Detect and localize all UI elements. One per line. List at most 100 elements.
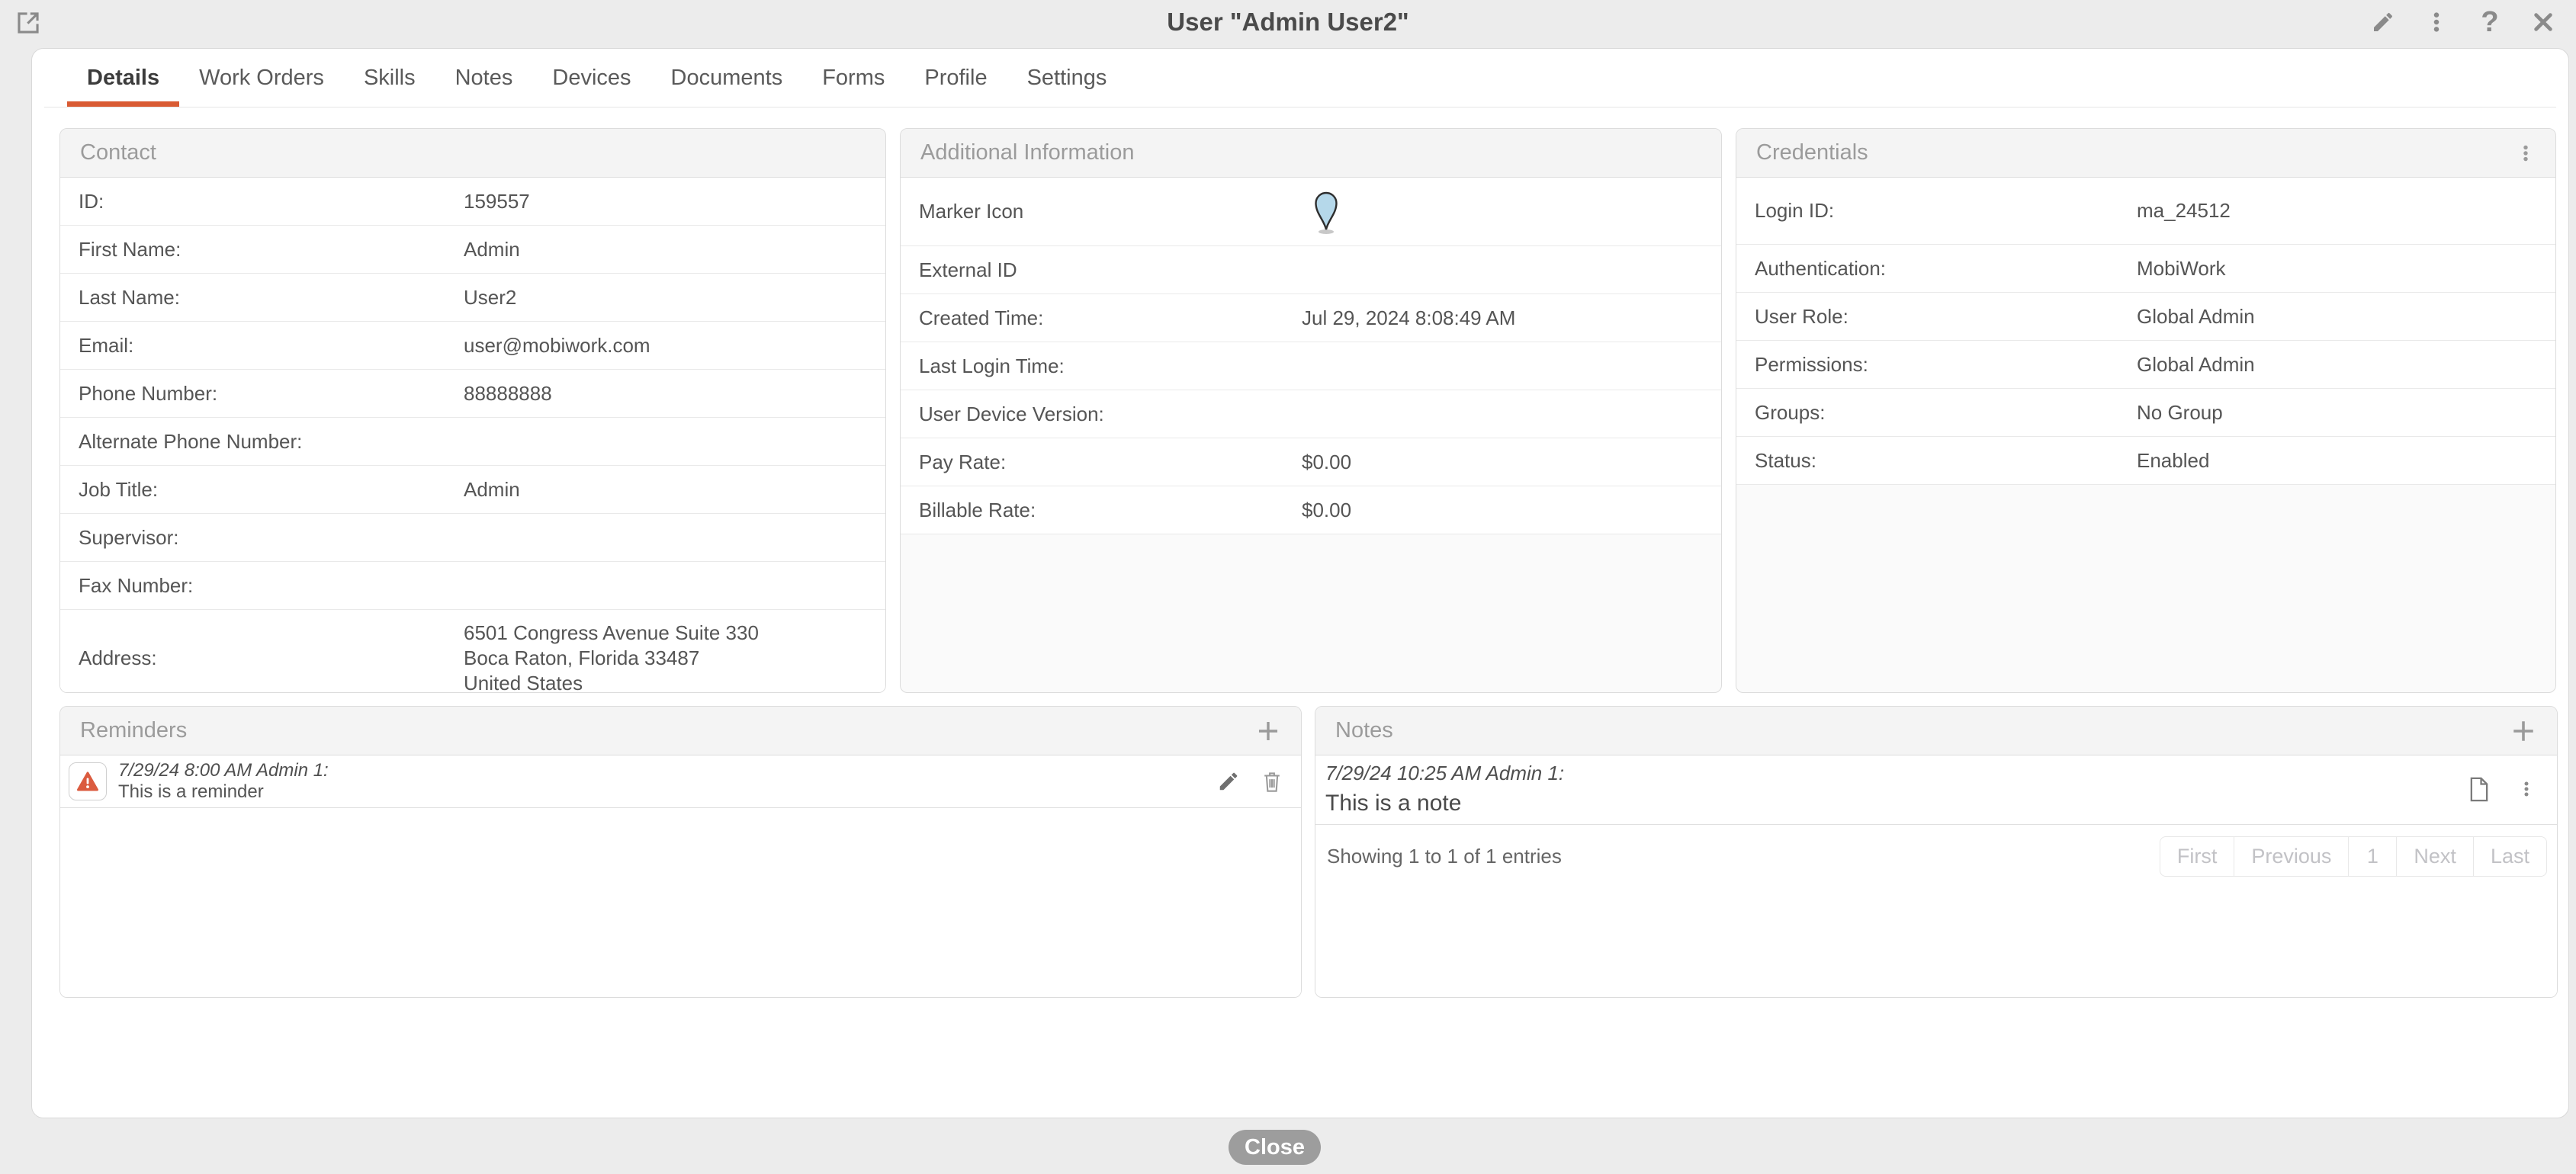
credentials-panel-title: Credentials [1756, 140, 1868, 165]
credentials-more-kebab-icon[interactable] [2516, 141, 2536, 165]
pagination-page-1-button[interactable]: 1 [2348, 836, 2397, 877]
field-value: $0.00 [1302, 499, 1721, 522]
pagination-first-button[interactable]: First [2160, 836, 2234, 877]
field-value: user@mobiwork.com [464, 334, 885, 358]
bottom-panels: Reminders 7/29/24 8:00 [59, 706, 2568, 998]
field-label: Last Name: [79, 286, 464, 310]
tab-documents[interactable]: Documents [651, 49, 803, 107]
notes-panel-title: Notes [1335, 718, 1393, 743]
notes-footer: Showing 1 to 1 of 1 entries First Previo… [1315, 825, 2557, 887]
notes-panel-header: Notes [1315, 707, 2557, 755]
more-kebab-icon[interactable] [2423, 9, 2449, 35]
credentials-rows: Login ID: ma_24512 Authentication: MobiW… [1736, 178, 2555, 485]
table-row: Last Name: User2 [60, 274, 885, 322]
pagination-last-button[interactable]: Last [2473, 836, 2547, 877]
table-row: Alternate Phone Number: [60, 418, 885, 466]
field-value: Global Admin [2137, 353, 2555, 377]
table-row: Authentication: MobiWork [1736, 245, 2555, 293]
close-button[interactable]: Close [1229, 1130, 1321, 1165]
note-texts: 7/29/24 10:25 AM Admin 1: This is a note [1325, 762, 1564, 816]
field-label: Email: [79, 334, 464, 358]
table-row: Fax Number: [60, 562, 885, 610]
tab-notes[interactable]: Notes [435, 49, 533, 107]
add-reminder-button[interactable] [1255, 718, 1281, 744]
page-title: User "Admin User2" [1167, 8, 1408, 37]
edit-pencil-icon[interactable] [2370, 9, 2396, 35]
field-value: MobiWork [2137, 257, 2555, 281]
additional-information-rows: Marker Icon External ID Created Time: Ju… [901, 178, 1721, 534]
additional-information-panel: Additional Information Marker Icon Exter… [900, 128, 1722, 693]
table-row: Pay Rate: $0.00 [901, 438, 1721, 486]
table-row: User Role: Global Admin [1736, 293, 2555, 341]
table-row: User Device Version: [901, 390, 1721, 438]
tab-forms[interactable]: Forms [802, 49, 904, 107]
field-label: Login ID: [1755, 199, 2137, 223]
reminders-panel-title: Reminders [80, 718, 187, 743]
marker-balloon-icon [1311, 188, 1341, 236]
field-label: External ID [919, 258, 1302, 282]
field-label: Status: [1755, 449, 2137, 473]
field-label: Pay Rate: [919, 451, 1302, 474]
open-in-new-window-icon[interactable] [15, 10, 41, 36]
reminders-panel: Reminders 7/29/24 8:00 [59, 706, 1302, 998]
note-more-kebab-icon[interactable] [2517, 777, 2536, 801]
warning-triangle-icon [76, 771, 99, 792]
delete-reminder-trash-icon[interactable] [1261, 770, 1283, 793]
table-row: First Name: Admin [60, 226, 885, 274]
topbar: User "Admin User2" ? [0, 0, 2576, 48]
edit-reminder-icon[interactable] [1217, 770, 1240, 793]
help-icon[interactable]: ? [2477, 9, 2503, 35]
field-value: 6501 Congress Avenue Suite 330 Boca Rato… [464, 610, 885, 693]
add-note-button[interactable] [2510, 717, 2537, 745]
reminder-text: This is a reminder [118, 781, 329, 803]
credentials-panel-header: Credentials [1736, 129, 2555, 178]
field-label: Last Login Time: [919, 354, 1302, 378]
table-row: Email: user@mobiwork.com [60, 322, 885, 370]
help-glyph: ? [2481, 8, 2498, 37]
table-row: Permissions: Global Admin [1736, 341, 2555, 389]
pagination-next-button[interactable]: Next [2396, 836, 2474, 877]
field-value: Admin [464, 238, 885, 261]
table-row: Created Time: Jul 29, 2024 8:08:49 AM [901, 294, 1721, 342]
field-label: Fax Number: [79, 574, 464, 598]
table-row: Billable Rate: $0.00 [901, 486, 1721, 534]
tab-skills[interactable]: Skills [344, 49, 435, 107]
table-row: Address: 6501 Congress Avenue Suite 330 … [60, 610, 885, 693]
table-row: Phone Number: 88888888 [60, 370, 885, 418]
additional-information-panel-title: Additional Information [920, 140, 1135, 165]
table-row: Marker Icon [901, 178, 1721, 246]
notes-list: 7/29/24 10:25 AM Admin 1: This is a note [1315, 755, 2557, 998]
entries-summary: Showing 1 to 1 of 1 entries [1327, 845, 1562, 868]
contact-panel-title: Contact [80, 140, 156, 165]
tab-work-orders[interactable]: Work Orders [179, 49, 344, 107]
reminder-timestamp: 7/29/24 8:00 AM Admin 1: [118, 760, 329, 781]
table-row: ID: 159557 [60, 178, 885, 226]
tab-details[interactable]: Details [67, 49, 179, 107]
field-label: First Name: [79, 238, 464, 261]
note-timestamp: 7/29/24 10:25 AM Admin 1: [1325, 762, 1564, 785]
list-item: 7/29/24 8:00 AM Admin 1: This is a remin… [60, 755, 1301, 808]
close-icon[interactable] [2530, 9, 2556, 35]
tab-settings[interactable]: Settings [1007, 49, 1127, 107]
table-row: Login ID: ma_24512 [1736, 178, 2555, 245]
field-label: User Device Version: [919, 403, 1302, 426]
field-value: Jul 29, 2024 8:08:49 AM [1302, 306, 1721, 330]
table-row: Status: Enabled [1736, 437, 2555, 485]
topbar-actions: ? [2370, 9, 2556, 35]
field-label: Marker Icon [919, 200, 1302, 223]
tab-bar: Details Work Orders Skills Notes Devices… [44, 49, 2556, 107]
additional-information-panel-header: Additional Information [901, 129, 1721, 178]
field-label: ID: [79, 190, 464, 213]
field-label: Address: [79, 646, 464, 670]
field-label: Alternate Phone Number: [79, 430, 464, 454]
field-value: No Group [2137, 401, 2555, 425]
contact-panel: Contact ID: 159557 First Name: Admin Las… [59, 128, 886, 693]
note-document-icon[interactable] [2468, 777, 2490, 802]
pagination: First Previous 1 Next Last [2160, 836, 2547, 877]
pagination-previous-button[interactable]: Previous [2234, 836, 2349, 877]
tab-profile[interactable]: Profile [904, 49, 1007, 107]
note-text: This is a note [1325, 791, 1564, 816]
field-value: 88888888 [464, 382, 885, 406]
field-value: 159557 [464, 190, 885, 213]
tab-devices[interactable]: Devices [532, 49, 650, 107]
